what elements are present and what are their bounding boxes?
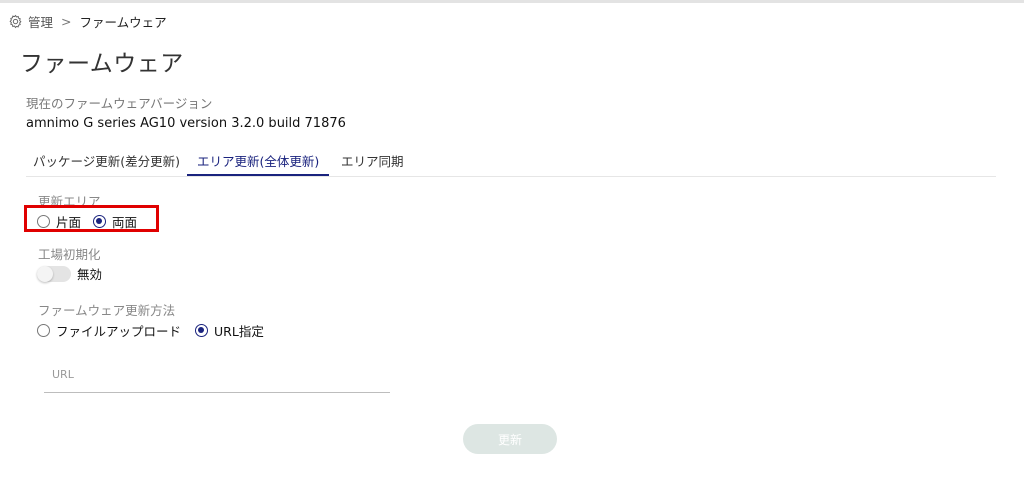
- radio-both-sides-circle[interactable]: [93, 215, 107, 228]
- radio-url-circle[interactable]: [195, 324, 209, 337]
- factory-reset-label: 工場初期化: [38, 247, 101, 262]
- version-value: amnimo G series AG10 version 3.2.0 build…: [26, 116, 346, 131]
- radio-both-sides-label: 両面: [112, 215, 138, 230]
- breadcrumb-current: ファームウェア: [79, 14, 167, 30]
- factory-reset-state: 無効: [77, 267, 103, 282]
- toggle-knob: [37, 265, 53, 282]
- factory-reset-toggle[interactable]: [37, 265, 71, 282]
- factory-reset-toggle-row: 無効: [37, 264, 102, 283]
- radio-url-label: URL指定: [214, 324, 264, 339]
- update-button[interactable]: 更新: [463, 424, 557, 454]
- radio-file-upload-label: ファイルアップロード: [56, 324, 182, 339]
- url-input[interactable]: [44, 358, 400, 390]
- tab-area-update[interactable]: エリア更新(全体更新): [187, 153, 330, 176]
- breadcrumb: 管理 > ファームウェア: [8, 12, 167, 30]
- url-field: [44, 358, 400, 393]
- page-title: ファームウェア: [20, 51, 184, 77]
- top-border: [0, 0, 1024, 3]
- breadcrumb-separator: >: [61, 13, 72, 29]
- radio-one-side-label: 片面: [56, 215, 82, 230]
- radio-both-sides[interactable]: 両面: [93, 212, 137, 231]
- radio-url[interactable]: URL指定: [195, 321, 264, 340]
- radio-one-side-circle[interactable]: [37, 215, 50, 228]
- tab-package-update[interactable]: パッケージ更新(差分更新): [33, 153, 180, 175]
- breadcrumb-root[interactable]: 管理: [28, 12, 53, 31]
- radio-file-upload-circle[interactable]: [37, 324, 50, 337]
- radio-file-upload[interactable]: ファイルアップロード: [37, 321, 181, 340]
- tab-bar: パッケージ更新(差分更新) エリア更新(全体更新) エリア同期: [26, 150, 996, 177]
- radio-one-side[interactable]: 片面: [37, 212, 81, 231]
- tab-area-sync[interactable]: エリア同期: [341, 153, 404, 175]
- gear-icon: [9, 14, 22, 28]
- version-label: 現在のファームウェアバージョン: [26, 96, 213, 111]
- update-method-label: ファームウェア更新方法: [38, 303, 176, 318]
- update-method-radio-group: ファイルアップロード URL指定: [37, 321, 264, 340]
- update-area-radio-group: 片面 両面: [37, 212, 137, 231]
